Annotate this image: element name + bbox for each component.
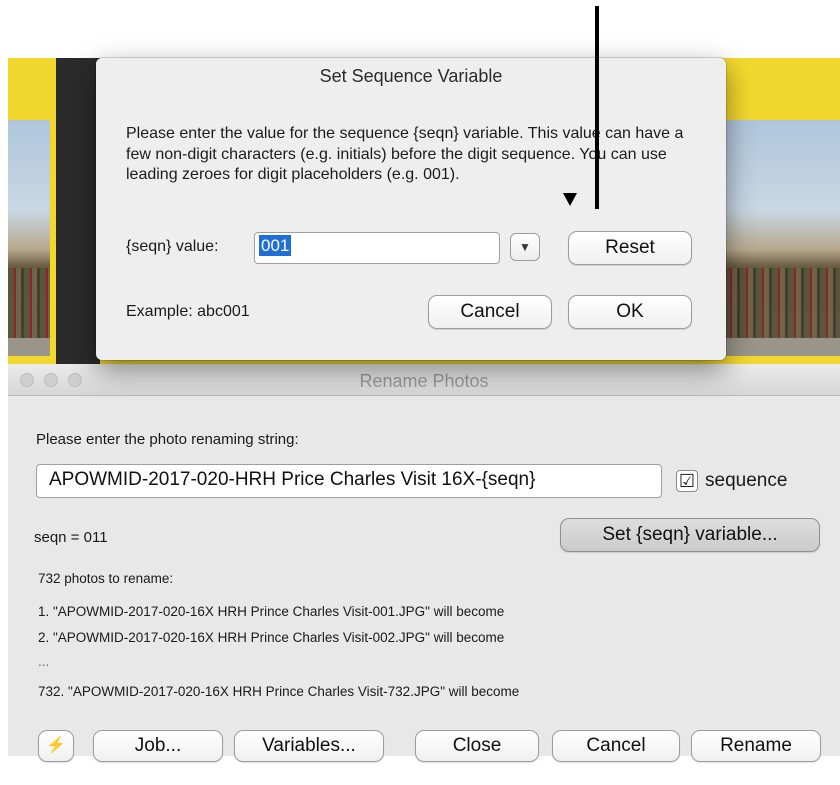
variables-button[interactable]: Variables... xyxy=(234,730,384,762)
preview-line: 732. "APOWMID-2017-020-16X HRH Prince Ch… xyxy=(38,684,520,699)
set-seqn-variable-button[interactable]: Set {seqn} variable... xyxy=(560,518,820,552)
rename-string-prompt: Please enter the photo renaming string: xyxy=(36,431,299,448)
close-button[interactable]: Close xyxy=(415,730,539,762)
preview-line: 1. "APOWMID-2017-020-16X HRH Prince Char… xyxy=(38,604,505,619)
seqn-value-label: {seqn} value: xyxy=(126,238,219,255)
example-text: Example: abc001 xyxy=(126,303,250,320)
seqn-status-text: seqn = 011 xyxy=(34,529,108,546)
window-title: Rename Photos xyxy=(359,371,489,391)
background-dark-band xyxy=(56,58,100,364)
dialog-title: Set Sequence Variable xyxy=(319,66,503,86)
sequence-checkbox[interactable]: ☑ xyxy=(676,470,698,492)
annotation-arrow-head xyxy=(563,193,577,206)
reset-button[interactable]: Reset xyxy=(568,231,692,265)
sequence-checkbox-label[interactable]: sequence xyxy=(705,470,787,492)
annotation-arrow-line xyxy=(595,6,599,209)
background-photo-right xyxy=(724,120,840,356)
seqn-value-input[interactable]: 001 xyxy=(254,232,500,264)
rename-button[interactable]: Rename xyxy=(691,730,821,762)
cancel-button[interactable]: Cancel xyxy=(552,730,680,762)
photo-count-text: 732 photos to rename: xyxy=(38,571,174,586)
set-sequence-variable-dialog: Set Sequence Variable Please enter the v… xyxy=(96,58,726,360)
chevron-down-icon: ▼ xyxy=(519,240,531,254)
seqn-value-dropdown-button[interactable]: ▼ xyxy=(510,233,540,261)
window-titlebar[interactable]: Rename Photos xyxy=(8,364,840,396)
dialog-message: Please enter the value for the sequence … xyxy=(126,125,684,183)
lightning-icon: ⚡ xyxy=(46,737,66,754)
rename-photos-window: Rename Photos Please enter the photo ren… xyxy=(8,364,840,762)
ok-button[interactable]: OK xyxy=(568,295,692,329)
job-button[interactable]: Job... xyxy=(93,730,223,762)
preview-ellipsis: ... xyxy=(38,654,50,669)
preview-line: 2. "APOWMID-2017-020-16X HRH Prince Char… xyxy=(38,630,505,645)
seqn-value-selected-text: 001 xyxy=(259,235,292,256)
dialog-cancel-button[interactable]: Cancel xyxy=(428,295,552,329)
lightning-button[interactable]: ⚡ xyxy=(38,730,74,762)
rename-string-input[interactable]: APOWMID-2017-020-HRH Price Charles Visit… xyxy=(36,464,662,498)
background-photo-left xyxy=(8,120,50,356)
